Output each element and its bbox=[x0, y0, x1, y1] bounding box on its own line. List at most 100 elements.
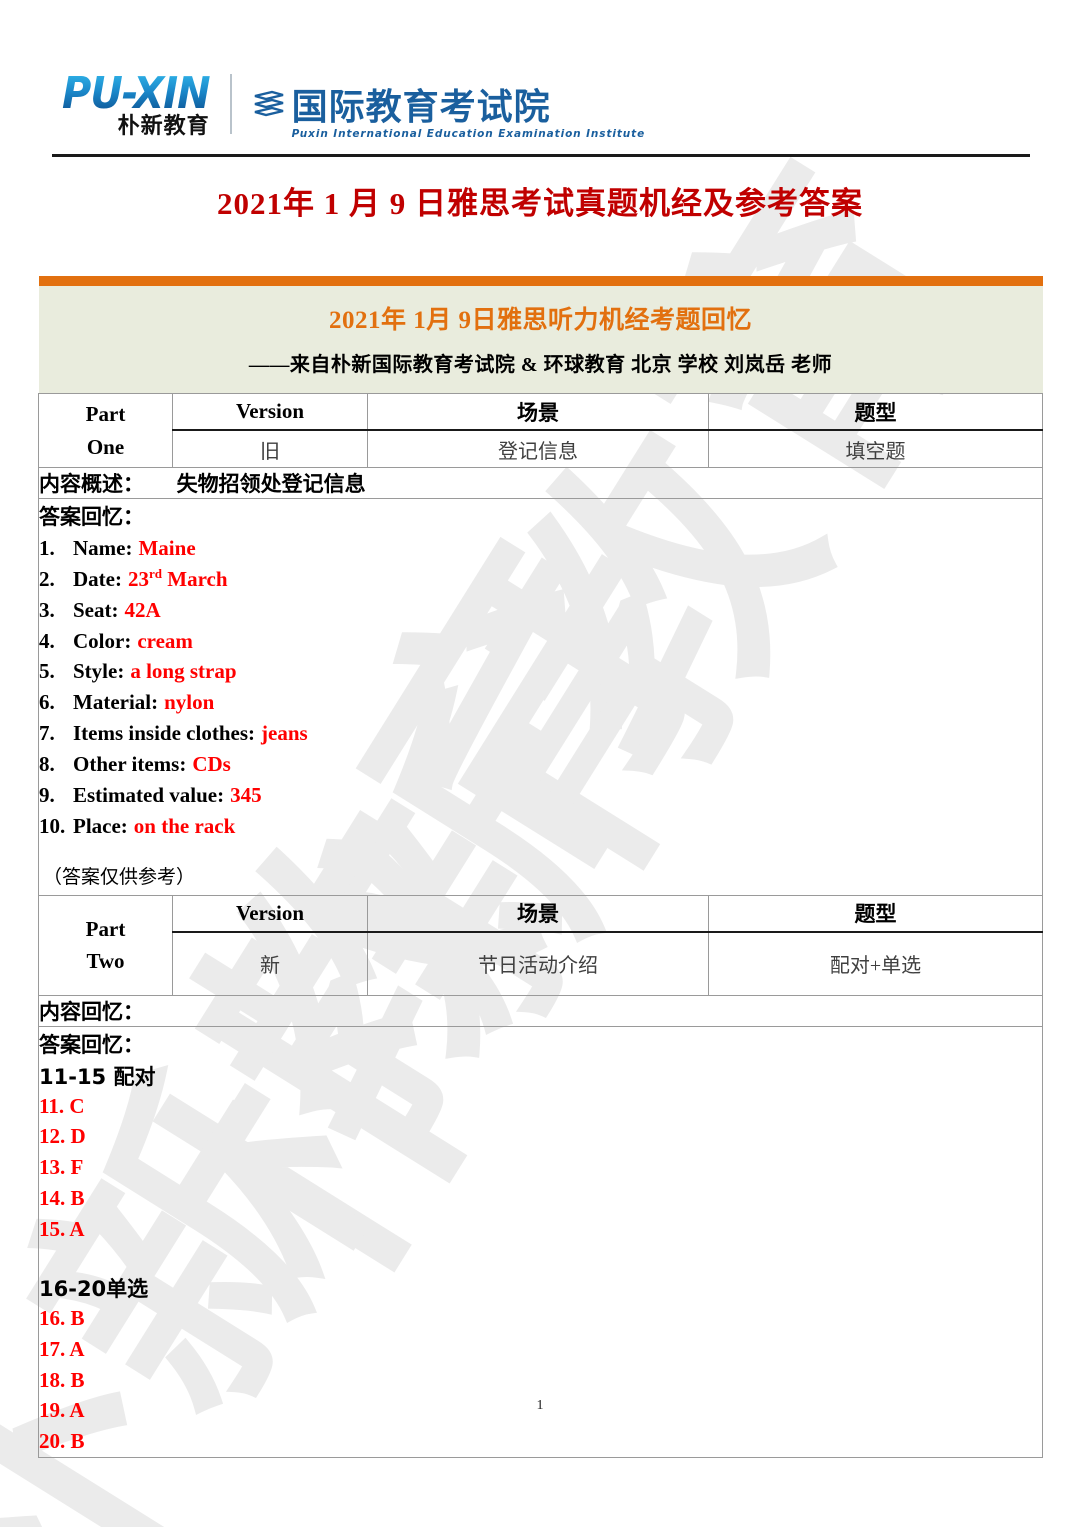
part-one-summary-label: 内容概述： bbox=[39, 472, 144, 496]
answer-number: 7. bbox=[39, 721, 55, 746]
answer-value-tail: March bbox=[162, 566, 228, 591]
answer-label: Items inside clothes: bbox=[73, 721, 255, 746]
answer-number: 1. bbox=[39, 536, 55, 560]
part-one-answers: 答案回忆： 1. Name: Maine 2. Date: 23rd March bbox=[38, 498, 1043, 896]
part-two-values-row: 新 节日活动介绍 配对+单选 bbox=[39, 931, 1043, 996]
answer-value: CDs bbox=[192, 752, 231, 777]
list-item: 20. B bbox=[39, 1429, 85, 1454]
part-one-answers-row: 答案回忆： 1. Name: Maine 2. Date: 23rd March bbox=[38, 498, 1043, 896]
column-header-question-type: 题型 bbox=[708, 393, 1043, 431]
part-one-version: 旧 bbox=[172, 429, 368, 468]
institute-logo: 国际教育考试院 Puxin International Education Ex… bbox=[252, 87, 646, 140]
answer-number: 10. bbox=[39, 813, 66, 838]
list-item: 15. A bbox=[39, 1217, 85, 1242]
list-item: 3. Seat: 42A bbox=[39, 595, 1042, 626]
answer-value: nylon bbox=[164, 690, 215, 715]
answer-label: Date: bbox=[73, 566, 122, 591]
puxin-chinese-name: 朴新教育 bbox=[117, 114, 210, 139]
list-item: 6. Material: nylon bbox=[39, 687, 1042, 718]
answer-number: 6. bbox=[39, 690, 55, 715]
answer-label: Seat: bbox=[73, 597, 119, 622]
page-title: 2021年 1 月 9 日雅思考试真题机经及参考答案 bbox=[217, 186, 863, 221]
part-one-summary-row: 内容概述： 失物招领处登记信息 bbox=[38, 467, 1043, 499]
answer-value: jeans bbox=[261, 721, 308, 746]
column-header-question-type: 题型 bbox=[708, 894, 1043, 933]
column-header-version: Version bbox=[172, 894, 368, 933]
part-two-content-row: 内容回忆： bbox=[38, 994, 1043, 1027]
letterhead: PU-XIN 朴新教育 国际教育考试院 Puxin International … bbox=[52, 62, 1030, 157]
answer-value: on the rack bbox=[133, 813, 236, 838]
part-one-answer-list: 1. Name: Maine 2. Date: 23rd March 3. Se… bbox=[39, 533, 1042, 842]
part-one-note: （答案仅供参考） bbox=[43, 865, 196, 888]
answer-label: Name: bbox=[73, 536, 133, 560]
part-one-answers-label: 答案回忆： bbox=[39, 505, 144, 529]
puxin-logo: PU-XIN 朴新教育 bbox=[62, 72, 211, 139]
column-header-scene: 场景 bbox=[367, 894, 709, 933]
part-two-label: Part Two bbox=[38, 894, 173, 996]
list-item: 12. D bbox=[39, 1124, 86, 1149]
answer-label: Place: bbox=[73, 813, 128, 838]
listening-recall-table: 2021年 1月 9日雅思听力机经考题回忆 ——来自朴新国际教育考试院 & 环球… bbox=[38, 276, 1043, 1459]
list-item: 18. B bbox=[39, 1367, 85, 1392]
letterhead-rule bbox=[52, 154, 1030, 157]
part-two-answers: 答案回忆： 11-15 配对 11. C 12. D 13. F 14. B 1… bbox=[38, 1025, 1043, 1459]
answer-label: Estimated value: bbox=[73, 782, 225, 807]
answer-label: Other items: bbox=[73, 752, 187, 777]
list-item: 8. Other items: CDs bbox=[39, 749, 1042, 780]
part-two-answers-label: 答案回忆： bbox=[39, 1032, 144, 1057]
answer-value: a long strap bbox=[130, 659, 237, 684]
part-one-scene: 登记信息 bbox=[367, 429, 709, 468]
matching-group-heading: 11-15 配对 bbox=[39, 1064, 156, 1089]
answer-number: 5. bbox=[39, 659, 55, 684]
page-number: 1 bbox=[536, 1398, 544, 1413]
banner-subtitle: ——来自朴新国际教育考试院 & 环球教育 北京 学校 刘岚岳 老师 bbox=[248, 354, 833, 376]
part-two-question-type: 配对+单选 bbox=[708, 931, 1043, 996]
list-item: 2. Date: 23rd March bbox=[39, 564, 1042, 595]
answer-value: 42A bbox=[124, 597, 161, 622]
table-top-accent-bar bbox=[38, 276, 1043, 286]
part-one-header-row: Part One Version 场景 题型 bbox=[38, 393, 1043, 468]
column-header-scene: 场景 bbox=[367, 393, 709, 431]
list-item: 4. Color: cream bbox=[39, 626, 1042, 657]
document-page: PU-XIN 朴新教育 国际教育考试院 Puxin International … bbox=[0, 0, 1080, 1527]
column-header-version: Version bbox=[172, 393, 368, 431]
answer-number: 9. bbox=[39, 782, 55, 807]
part-one-question-type: 填空题 bbox=[708, 429, 1043, 468]
part-one-label: Part One bbox=[38, 393, 173, 468]
institute-english-name: Puxin International Education Examinatio… bbox=[291, 128, 646, 140]
answer-label: Color: bbox=[73, 628, 132, 653]
part-one-word: Part bbox=[85, 401, 126, 426]
part-one-summary: 内容概述： 失物招领处登记信息 bbox=[38, 467, 1043, 499]
answer-value-superscript: rd bbox=[148, 565, 163, 581]
answer-label: Material: bbox=[73, 690, 159, 715]
list-item: 11. C bbox=[39, 1093, 85, 1118]
part-one-number: One bbox=[86, 434, 125, 459]
answer-value: 23rd March bbox=[128, 564, 228, 595]
answer-value-main: 23 bbox=[127, 566, 149, 591]
answer-label: Style: bbox=[73, 659, 125, 684]
multiple-choice-group-heading: 16-20单选 bbox=[39, 1276, 149, 1301]
list-item: 17. A bbox=[39, 1336, 85, 1361]
banner-title: 2021年 1月 9日雅思听力机经考题回忆 bbox=[328, 307, 752, 334]
answer-number: 4. bbox=[39, 628, 55, 653]
part-two-header-row: Part Two Version 场景 题型 bbox=[38, 894, 1043, 996]
list-item: 13. F bbox=[39, 1155, 84, 1180]
list-item: 5. Style: a long strap bbox=[39, 656, 1042, 687]
answer-value: 345 bbox=[230, 782, 262, 807]
list-item: 14. B bbox=[39, 1186, 85, 1211]
answer-number: 3. bbox=[39, 597, 55, 622]
banner-subtitle-row: ——来自朴新国际教育考试院 & 环球教育 北京 学校 刘岚岳 老师 bbox=[38, 342, 1043, 394]
institute-chinese-name: 国际教育考试院 bbox=[291, 87, 551, 129]
list-item: 1. Name: Maine bbox=[39, 533, 1042, 564]
part-one-values-row: 旧 登记信息 填空题 bbox=[39, 429, 1043, 468]
part-two-scene: 节日活动介绍 bbox=[367, 931, 709, 996]
books-icon bbox=[252, 87, 286, 126]
logo-divider bbox=[229, 74, 232, 134]
answer-value: cream bbox=[137, 628, 193, 653]
part-two-answers-row: 答案回忆： 11-15 配对 11. C 12. D 13. F 14. B 1… bbox=[38, 1025, 1043, 1459]
part-two-word: Part bbox=[85, 916, 126, 941]
part-one-summary-text: 失物招领处登记信息 bbox=[176, 472, 366, 496]
list-item: 16. B bbox=[39, 1305, 85, 1330]
part-two-number: Two bbox=[86, 949, 125, 974]
